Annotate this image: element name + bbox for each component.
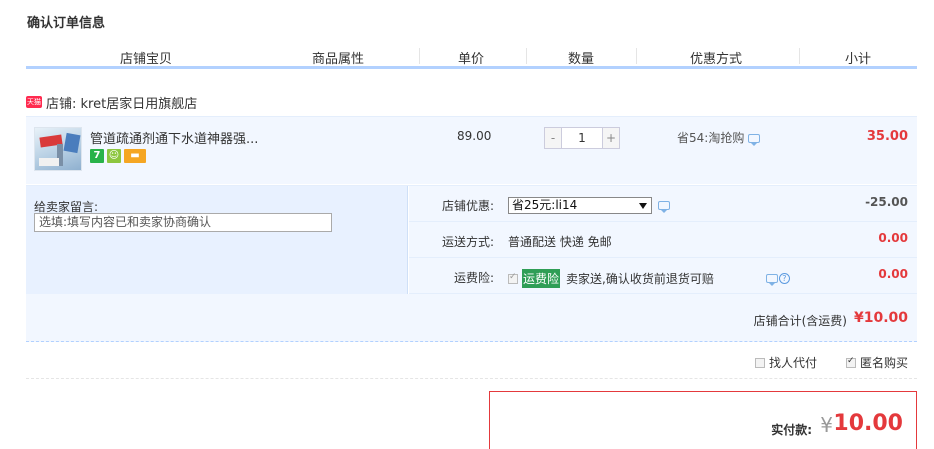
payment-summary: 实付款: ¥ 10.00 [489, 391, 917, 449]
payment-label: 实付款: [771, 423, 812, 437]
shop-name-link[interactable]: 店铺: kret居家日用旗舰店 [46, 93, 197, 112]
shipping-label: 运送方式: [441, 235, 494, 249]
shipping-amount: 0.00 [878, 231, 908, 245]
guarantee-icon[interactable]: ☺ [107, 149, 121, 163]
shop-total-amount: ¥10.00 [853, 310, 908, 326]
anonymous-option[interactable]: 匿名购买 [845, 354, 908, 371]
item-discount-label: 省54:淘抢购 [677, 131, 745, 145]
order-extras: 给卖家留言: 选填:填写内容已和卖家协商确认 店铺优惠: 省25元:li14 -… [26, 185, 917, 294]
col-attributes: 商品属性 [311, 52, 364, 67]
tmall-badge-icon: 天猫 [26, 96, 42, 108]
service-badges: 7 ☺ ▬ [90, 149, 146, 163]
shop-discount-select[interactable]: 省25元:li14 [508, 197, 652, 214]
item-row: 管道疏通剂通下水道神器强... 7 ☺ ▬ 89.00 - 1 + 省54:淘抢… [26, 116, 917, 184]
help-question-icon[interactable]: ? [778, 273, 790, 284]
col-subtotal: 小计 [844, 52, 871, 67]
col-divider [419, 48, 420, 64]
col-quantity: 数量 [567, 52, 594, 67]
shop-discount-amount: -25.00 [865, 195, 908, 209]
page-title: 确认订单信息 [27, 16, 106, 31]
anonymous-label: 匿名购买 [859, 356, 908, 370]
proxy-pay-option[interactable]: 找人代付 [754, 354, 817, 371]
col-divider [799, 48, 800, 64]
payment-currency: ¥ [820, 413, 833, 437]
increase-qty-button[interactable]: + [602, 127, 620, 149]
insurance-label: 运费险: [453, 271, 494, 285]
item-subtotal: 35.00 [866, 129, 908, 144]
col-divider [526, 48, 527, 64]
col-discount: 优惠方式 [689, 52, 742, 67]
shipping-row: 运送方式: 普通配送 快递 免邮 0.00 [409, 222, 917, 258]
col-unit-price: 单价 [457, 52, 484, 67]
proxy-pay-checkbox[interactable] [754, 357, 765, 368]
item-discount: 省54:淘抢购 [677, 129, 761, 146]
credit-card-icon[interactable]: ▬ [124, 149, 146, 163]
purchase-options: 找人代付 匿名购买 [26, 343, 917, 379]
item-name-link[interactable]: 管道疏通剂通下水道神器强... [90, 128, 258, 147]
shop-discount-label: 店铺优惠: [441, 199, 494, 213]
insurance-value: 运费险 卖家送,确认收货前退货可赔 ? [508, 269, 790, 288]
message-panel: 给卖家留言: 选填:填写内容已和卖家协商确认 [26, 186, 408, 294]
chat-icon[interactable] [658, 201, 670, 213]
insurance-row: 运费险: 运费险 卖家送,确认收货前退货可赔 ? 0.00 [409, 258, 917, 294]
anonymous-checkbox[interactable] [845, 356, 856, 368]
col-shop-item: 店铺宝贝 [119, 52, 172, 67]
unit-price: 89.00 [457, 129, 492, 143]
shop-discount-value: 省25元:li14 [508, 197, 670, 214]
seven-day-return-icon[interactable]: 7 [90, 149, 104, 163]
col-divider [636, 48, 637, 64]
quantity-input[interactable]: 1 [562, 127, 602, 149]
shop-row: 天猫 店铺: kret居家日用旗舰店 [26, 93, 197, 112]
product-thumbnail[interactable] [34, 127, 82, 171]
proxy-pay-label: 找人代付 [768, 356, 817, 370]
insurance-tag: 运费险 [522, 269, 561, 288]
insurance-desc: 卖家送,确认收货前退货可赔 [566, 272, 714, 286]
insurance-amount: 0.00 [878, 267, 908, 281]
decrease-qty-button[interactable]: - [544, 127, 562, 149]
shop-total-label: 店铺合计(含运费) [753, 314, 847, 328]
chat-icon[interactable] [748, 134, 761, 146]
shipping-method: 普通配送 快递 免邮 [508, 235, 612, 249]
insurance-checkbox[interactable] [508, 272, 518, 284]
shop-total-row: 店铺合计(含运费) ¥10.00 [26, 294, 917, 342]
payment-amount: 10.00 [833, 411, 903, 436]
shop-discount-row: 店铺优惠: 省25元:li14 -25.00 [409, 186, 917, 222]
table-header: 店铺宝贝 商品属性 单价 数量 优惠方式 小计 [26, 44, 917, 69]
message-input[interactable]: 选填:填写内容已和卖家协商确认 [34, 213, 332, 232]
quantity-stepper: - 1 + [544, 127, 620, 149]
chat-icon[interactable] [765, 274, 778, 286]
